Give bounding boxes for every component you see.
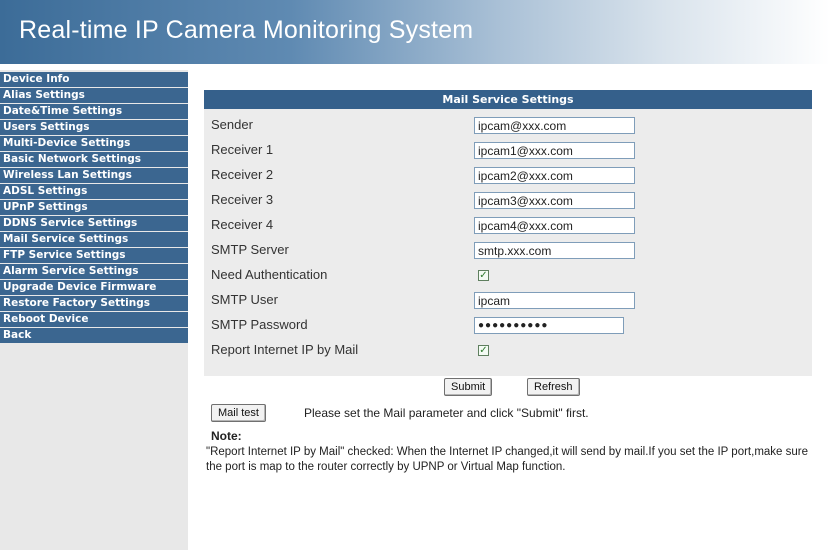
sidebar-item-mail-service-settings[interactable]: Mail Service Settings (0, 232, 188, 247)
sidebar-item-ftp-service-settings[interactable]: FTP Service Settings (0, 248, 188, 263)
sidebar-item-multi-device-settings[interactable]: Multi-Device Settings (0, 136, 188, 151)
sidebar-item-basic-network-settings[interactable]: Basic Network Settings (0, 152, 188, 167)
sidebar-item-adsl-settings[interactable]: ADSL Settings (0, 184, 188, 199)
smtp-password-label: SMTP Password (211, 317, 308, 332)
section-title: Mail Service Settings (204, 90, 812, 109)
sidebar-item-ddns-service-settings[interactable]: DDNS Service Settings (0, 216, 188, 231)
smtp-password-field[interactable] (474, 317, 624, 334)
smtp-user-field[interactable] (474, 292, 635, 309)
receiver2-label: Receiver 2 (211, 167, 274, 182)
app-title: Real-time IP Camera Monitoring System (19, 16, 474, 44)
report-ip-checkbox[interactable]: ✓ (478, 345, 489, 356)
receiver3-label: Receiver 3 (211, 192, 274, 207)
sidebar-item-restore-factory-settings[interactable]: Restore Factory Settings (0, 296, 188, 311)
receiver4-field[interactable] (474, 217, 635, 234)
receiver3-field[interactable] (474, 192, 635, 209)
report-ip-label: Report Internet IP by Mail (211, 342, 359, 357)
smtp-server-field[interactable] (474, 242, 635, 259)
mail-test-hint: Please set the Mail parameter and click … (304, 406, 589, 420)
mail-test-button[interactable]: Mail test (211, 404, 266, 422)
sidebar-item-alias-settings[interactable]: Alias Settings (0, 88, 188, 103)
sidebar-item-upnp-settings[interactable]: UPnP Settings (0, 200, 188, 215)
receiver4-label: Receiver 4 (211, 217, 274, 232)
smtp-server-label: SMTP Server (211, 242, 289, 257)
refresh-button[interactable]: Refresh (527, 378, 580, 396)
sidebar-item-device-info[interactable]: Device Info (0, 72, 188, 87)
sidebar: Device Info Alias Settings Date&Time Set… (0, 70, 188, 550)
sidebar-item-back[interactable]: Back (0, 328, 188, 343)
note-text: "Report Internet IP by Mail" checked: Wh… (206, 446, 809, 473)
sidebar-item-datetime-settings[interactable]: Date&Time Settings (0, 104, 188, 119)
receiver1-label: Receiver 1 (211, 142, 274, 157)
sidebar-item-wireless-lan-settings[interactable]: Wireless Lan Settings (0, 168, 188, 183)
sender-label: Sender (211, 117, 253, 132)
submit-button[interactable]: Submit (444, 378, 493, 396)
sidebar-item-alarm-service-settings[interactable]: Alarm Service Settings (0, 264, 188, 279)
sidebar-item-users-settings[interactable]: Users Settings (0, 120, 188, 135)
sidebar-item-reboot-device[interactable]: Reboot Device (0, 312, 188, 327)
need-authentication-label: Need Authentication (211, 267, 328, 282)
receiver1-field[interactable] (474, 142, 635, 159)
need-authentication-checkbox[interactable]: ✓ (478, 270, 489, 281)
smtp-user-label: SMTP User (211, 292, 278, 307)
receiver2-field[interactable] (474, 167, 635, 184)
note-label: Note: (211, 429, 242, 443)
page-header: Real-time IP Camera Monitoring System (0, 0, 830, 64)
sender-field[interactable] (474, 117, 635, 134)
sidebar-item-upgrade-device-firmware[interactable]: Upgrade Device Firmware (0, 280, 188, 295)
